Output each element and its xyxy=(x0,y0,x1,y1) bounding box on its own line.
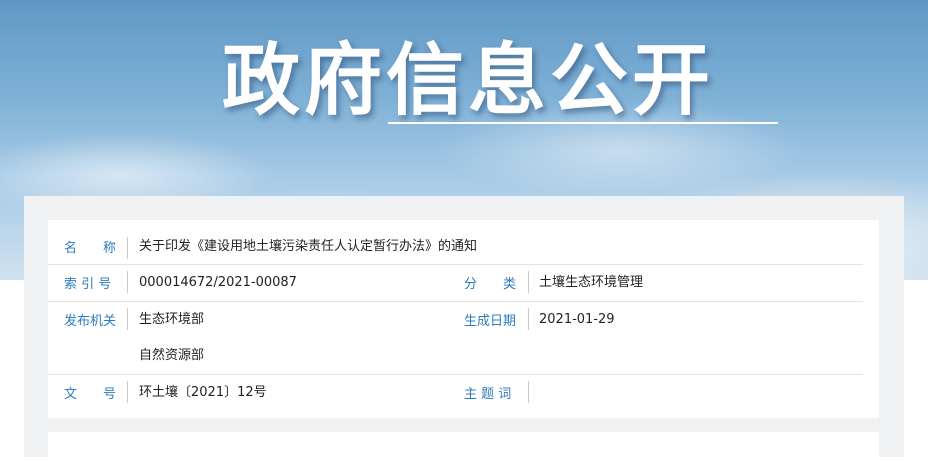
date-value: 2021-01-29 xyxy=(539,312,615,327)
date-label: 生成日期 xyxy=(464,314,517,329)
issuer-value-2: 自然资源部 xyxy=(139,348,205,363)
label-separator xyxy=(127,237,128,259)
name-label: 名 称 xyxy=(64,241,117,256)
category-label: 分 类 xyxy=(464,277,517,292)
label-separator xyxy=(528,308,529,330)
subject-label: 主 题 词 xyxy=(464,387,512,402)
category-value: 土壤生态环境管理 xyxy=(539,275,644,290)
label-separator xyxy=(528,381,529,403)
name-value: 关于印发《建设用地土壤污染责任人认定暂行办法》的通知 xyxy=(139,239,478,254)
label-separator xyxy=(127,381,128,403)
issuer-label: 发布机关 xyxy=(64,314,117,329)
info-row-issuer: 发布机关 生态环境部 自然资源部 生成日期 2021-01-29 xyxy=(48,302,863,375)
info-row-name: 名 称 关于印发《建设用地土壤污染责任人认定暂行办法》的通知 xyxy=(48,230,863,265)
index-label: 索 引 号 xyxy=(64,277,112,292)
docno-label: 文 号 xyxy=(64,387,117,402)
label-separator xyxy=(528,271,529,293)
docno-value: 环土壤〔2021〕12号 xyxy=(139,385,267,400)
info-card: 名 称 关于印发《建设用地土壤污染责任人认定暂行办法》的通知 索 引 号 000… xyxy=(48,220,879,418)
banner-title: 政府信息公开 xyxy=(222,36,715,126)
info-row-index: 索 引 号 000014672/2021-00087 分 类 土壤生态环境管理 xyxy=(48,265,863,302)
label-separator xyxy=(127,308,128,330)
info-row-docno: 文 号 环土壤〔2021〕12号 主 题 词 xyxy=(48,375,863,411)
issuer-value-1: 生态环境部 xyxy=(139,312,205,327)
banner-underline xyxy=(388,122,778,124)
content-card xyxy=(48,432,879,462)
index-value: 000014672/2021-00087 xyxy=(139,275,297,290)
label-separator xyxy=(127,271,128,293)
